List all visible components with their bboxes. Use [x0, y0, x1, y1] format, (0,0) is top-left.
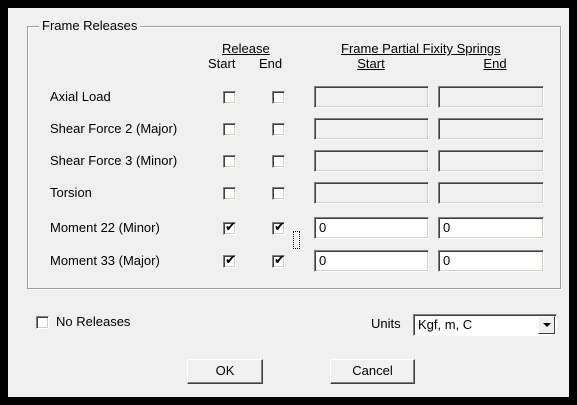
check-icon: ✔: [225, 253, 236, 268]
units-select[interactable]: Kgf, m, C: [413, 314, 557, 336]
release-end-checkbox[interactable]: [272, 91, 285, 104]
release-end-checkbox[interactable]: ✔: [272, 253, 285, 268]
fix-end-field[interactable]: 0: [438, 217, 544, 239]
fix-start-field[interactable]: [314, 86, 429, 108]
check-icon: ✔: [274, 220, 285, 235]
release-end-checkbox[interactable]: [272, 187, 285, 200]
release-start-checkbox[interactable]: [223, 91, 236, 104]
fix-start-field[interactable]: [314, 118, 429, 140]
focus-indicator: [293, 231, 300, 249]
fixity-end-header: End: [483, 56, 507, 71]
fix-start-field[interactable]: [314, 182, 429, 204]
units-dropdown-button[interactable]: [538, 316, 555, 334]
no-releases-label: No Releases: [56, 314, 131, 329]
row-label: Moment 22 (Minor): [50, 220, 160, 235]
release-start-header: Start: [208, 56, 236, 71]
release-start-checkbox[interactable]: ✔: [223, 253, 236, 268]
no-releases-checkbox[interactable]: [36, 316, 49, 329]
chevron-down-icon: [543, 323, 551, 327]
row-label: Axial Load: [50, 89, 111, 104]
fix-start-field[interactable]: 0: [314, 217, 429, 239]
cancel-button[interactable]: Cancel: [330, 359, 415, 384]
ok-button[interactable]: OK: [187, 359, 263, 384]
release-header: Release: [222, 41, 270, 56]
check-icon: ✔: [225, 220, 236, 235]
fix-end-field[interactable]: [438, 118, 544, 140]
release-end-checkbox[interactable]: [272, 155, 285, 168]
release-end-header: End: [259, 56, 283, 71]
check-icon: ✔: [274, 253, 285, 268]
fix-end-field[interactable]: [438, 182, 544, 204]
fixity-start-header: Start: [357, 56, 385, 71]
row-label: Torsion: [50, 185, 92, 200]
row-label: Shear Force 2 (Major): [50, 121, 178, 136]
fix-end-field[interactable]: 0: [438, 250, 544, 272]
release-end-checkbox[interactable]: ✔: [272, 220, 285, 235]
group-title: Frame Releases: [39, 18, 141, 33]
release-start-checkbox[interactable]: [223, 155, 236, 168]
units-label: Units: [371, 316, 401, 331]
release-start-checkbox[interactable]: [223, 123, 236, 136]
release-end-checkbox[interactable]: [272, 123, 285, 136]
fix-end-field[interactable]: [438, 86, 544, 108]
fix-end-field[interactable]: [438, 150, 544, 172]
release-start-checkbox[interactable]: ✔: [223, 220, 236, 235]
fix-start-field[interactable]: [314, 150, 429, 172]
row-label: Shear Force 3 (Minor): [50, 153, 178, 168]
frame-releases-dialog: Frame Releases Release Frame Partial Fix…: [8, 8, 569, 397]
units-value: Kgf, m, C: [418, 317, 473, 332]
release-start-checkbox[interactable]: [223, 187, 236, 200]
row-label: Moment 33 (Major): [50, 253, 160, 268]
fix-start-field[interactable]: 0: [314, 250, 429, 272]
fixity-header: Frame Partial Fixity Springs: [341, 41, 501, 56]
